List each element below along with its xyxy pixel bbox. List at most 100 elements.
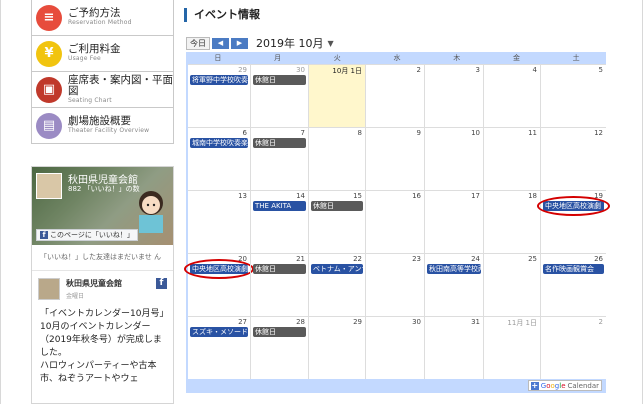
calendar-date-number[interactable]: 29 [238,66,247,74]
calendar-day-cell[interactable]: 2 [365,65,424,128]
calendar-date-number[interactable]: 29 [353,318,362,326]
calendar-day-cell[interactable]: 11 [483,128,540,191]
calendar-day-cell[interactable]: 22 ベトナム・アンサ [308,254,365,317]
calendar-event[interactable]: スズキ・メソード [190,327,248,337]
calendar-date-number[interactable]: 30 [412,318,421,326]
sidebar-item-book[interactable]: ▤ 劇場施設概要 Theater Facility Overview [31,108,174,144]
avatar[interactable] [38,278,60,300]
calendar-date-number[interactable]: 17 [471,192,480,200]
calendar-date-number[interactable]: 13 [238,192,247,200]
calendar-date-number[interactable]: 7 [301,129,305,137]
calendar-day-cell[interactable]: 4 [483,65,540,128]
calendar-day-cell[interactable]: 9 [365,128,424,191]
calendar-day-cell[interactable]: 13 [188,191,250,254]
calendar-day-cell[interactable]: 21 休館日 [250,254,308,317]
sidebar-item-seat[interactable]: ▣ 座席表・案内図・平面図 Seating Chart [31,72,174,108]
calendar-day-cell[interactable]: 19 中央地区高校演劇 [537,191,610,254]
calendar-day-cell[interactable]: 30 [365,317,424,380]
calendar-day-cell[interactable]: 15 休館日 [308,191,365,254]
calendar-day-cell[interactable]: 25 [483,254,540,317]
calendar-day-cell[interactable]: 14 THE AKITA [250,191,308,254]
facebook-like-button[interactable]: f このページに「いいね！」 [36,229,138,241]
calendar-day-cell[interactable]: 27 スズキ・メソード [188,317,250,380]
calendar-date-number[interactable]: 18 [528,192,537,200]
calendar-date-number[interactable]: 10 [471,129,480,137]
calendar-date-number[interactable]: 25 [528,255,537,263]
calendar-day-cell[interactable]: 8 [308,128,365,191]
calendar-date-number[interactable]: 6 [243,129,247,137]
closed-day-event[interactable]: 休館日 [253,264,306,274]
sidebar-item-calendar[interactable]: ≡ ご予約方法 Reservation Method [31,0,174,36]
calendar-day-cell[interactable]: 3 [424,65,483,128]
calendar-day-cell[interactable]: 10月 1日 [308,65,365,128]
calendar-date-number[interactable]: 2 [599,318,603,326]
calendar-day-cell[interactable]: 10 [424,128,483,191]
calendar-date-number[interactable]: 3 [476,66,480,74]
calendar-date-number[interactable]: 20 [238,255,247,263]
calendar-day-cell[interactable]: 18 [483,191,540,254]
prev-month-button[interactable]: ◀ [212,37,229,49]
calendar-day-cell[interactable]: 6 城南中学校吹奏楽 [188,128,250,191]
calendar-event[interactable]: 将軍野中学校吹奏 [190,75,248,85]
calendar-date-number[interactable]: 11 [528,129,537,137]
calendar-date-number[interactable]: 4 [533,66,537,74]
closed-day-event[interactable]: 休館日 [253,75,306,85]
calendar-day-cell[interactable]: 31 [424,317,483,380]
calendar-date-number[interactable]: 21 [296,255,305,263]
facebook-cover[interactable]: 秋田県児童会館 882 「いいね！」の数 f このページに「いいね！」 [32,167,173,245]
calendar-date-number[interactable]: 2 [417,66,421,74]
calendar-event[interactable]: 中央地区高校演劇 [543,201,604,211]
calendar-day-cell[interactable]: 11月 1日 [483,317,540,380]
calendar-day-cell[interactable]: 29 将軍野中学校吹奏 [188,65,250,128]
today-button[interactable]: 今日 [186,36,210,50]
calendar-date-number[interactable]: 23 [412,255,421,263]
google-calendar-badge[interactable]: + Google Calendar [527,380,602,391]
calendar-day-cell[interactable]: 16 [365,191,424,254]
calendar-day-cell[interactable]: 26 名作映画観賞会 [540,254,606,317]
calendar-day-cell[interactable]: 23 [365,254,424,317]
calendar-date-number[interactable]: 5 [599,66,603,74]
calendar-date-number[interactable]: 31 [471,318,480,326]
calendar-day-cell[interactable]: 2 [540,317,606,380]
next-month-button[interactable]: ▶ [231,37,248,49]
calendar-day-cell[interactable]: 5 [540,65,606,128]
closed-day-event[interactable]: 休館日 [253,327,306,337]
calendar-date-number[interactable]: 16 [412,192,421,200]
calendar-date-number[interactable]: 10月 1日 [332,66,362,76]
month-label[interactable]: 2019年 10月 [256,35,324,51]
facebook-page-thumbnail[interactable] [36,173,62,199]
facebook-post-author[interactable]: 秋田県児童会館 [66,278,156,289]
calendar-day-cell[interactable]: 20 中央地区高校演劇 [184,254,254,317]
calendar-event[interactable]: 秋田南高等学校两 [427,264,481,274]
chevron-down-icon[interactable]: ▼ [328,39,334,48]
calendar-date-number[interactable]: 30 [296,66,305,74]
calendar-event[interactable]: 中央地区高校演劇 [190,264,248,274]
calendar-date-number[interactable]: 8 [358,129,362,137]
facebook-logo-icon[interactable]: f [156,278,167,289]
closed-day-event[interactable]: 休館日 [311,201,363,211]
calendar-date-number[interactable]: 24 [471,255,480,263]
closed-day-event[interactable]: 休館日 [253,138,306,148]
sidebar-item-yen[interactable]: ¥ ご利用料金 Usage Fee [31,36,174,72]
calendar-date-number[interactable]: 14 [296,192,305,200]
calendar-event[interactable]: ベトナム・アンサ [311,264,363,274]
calendar-date-number[interactable]: 22 [353,255,362,263]
calendar-date-number[interactable]: 15 [353,192,362,200]
calendar-event[interactable]: THE AKITA [253,201,306,211]
facebook-post-date[interactable]: 金曜日 [66,291,156,300]
calendar-day-cell[interactable]: 12 [540,128,606,191]
calendar-day-cell[interactable]: 30 休館日 [250,65,308,128]
calendar-day-cell[interactable]: 24 秋田南高等学校两 [424,254,483,317]
calendar-day-cell[interactable]: 17 [424,191,483,254]
calendar-day-cell[interactable]: 28 休館日 [250,317,308,380]
calendar-day-cell[interactable]: 29 [308,317,365,380]
calendar-date-number[interactable]: 27 [238,318,247,326]
calendar-date-number[interactable]: 26 [594,255,603,263]
calendar-day-cell[interactable]: 7 休館日 [250,128,308,191]
calendar-date-number[interactable]: 19 [594,192,603,200]
calendar-date-number[interactable]: 12 [594,129,603,137]
calendar-date-number[interactable]: 9 [417,129,421,137]
calendar-date-number[interactable]: 11月 1日 [507,318,537,328]
calendar-event[interactable]: 城南中学校吹奏楽 [190,138,248,148]
calendar-event[interactable]: 名作映画観賞会 [543,264,604,274]
